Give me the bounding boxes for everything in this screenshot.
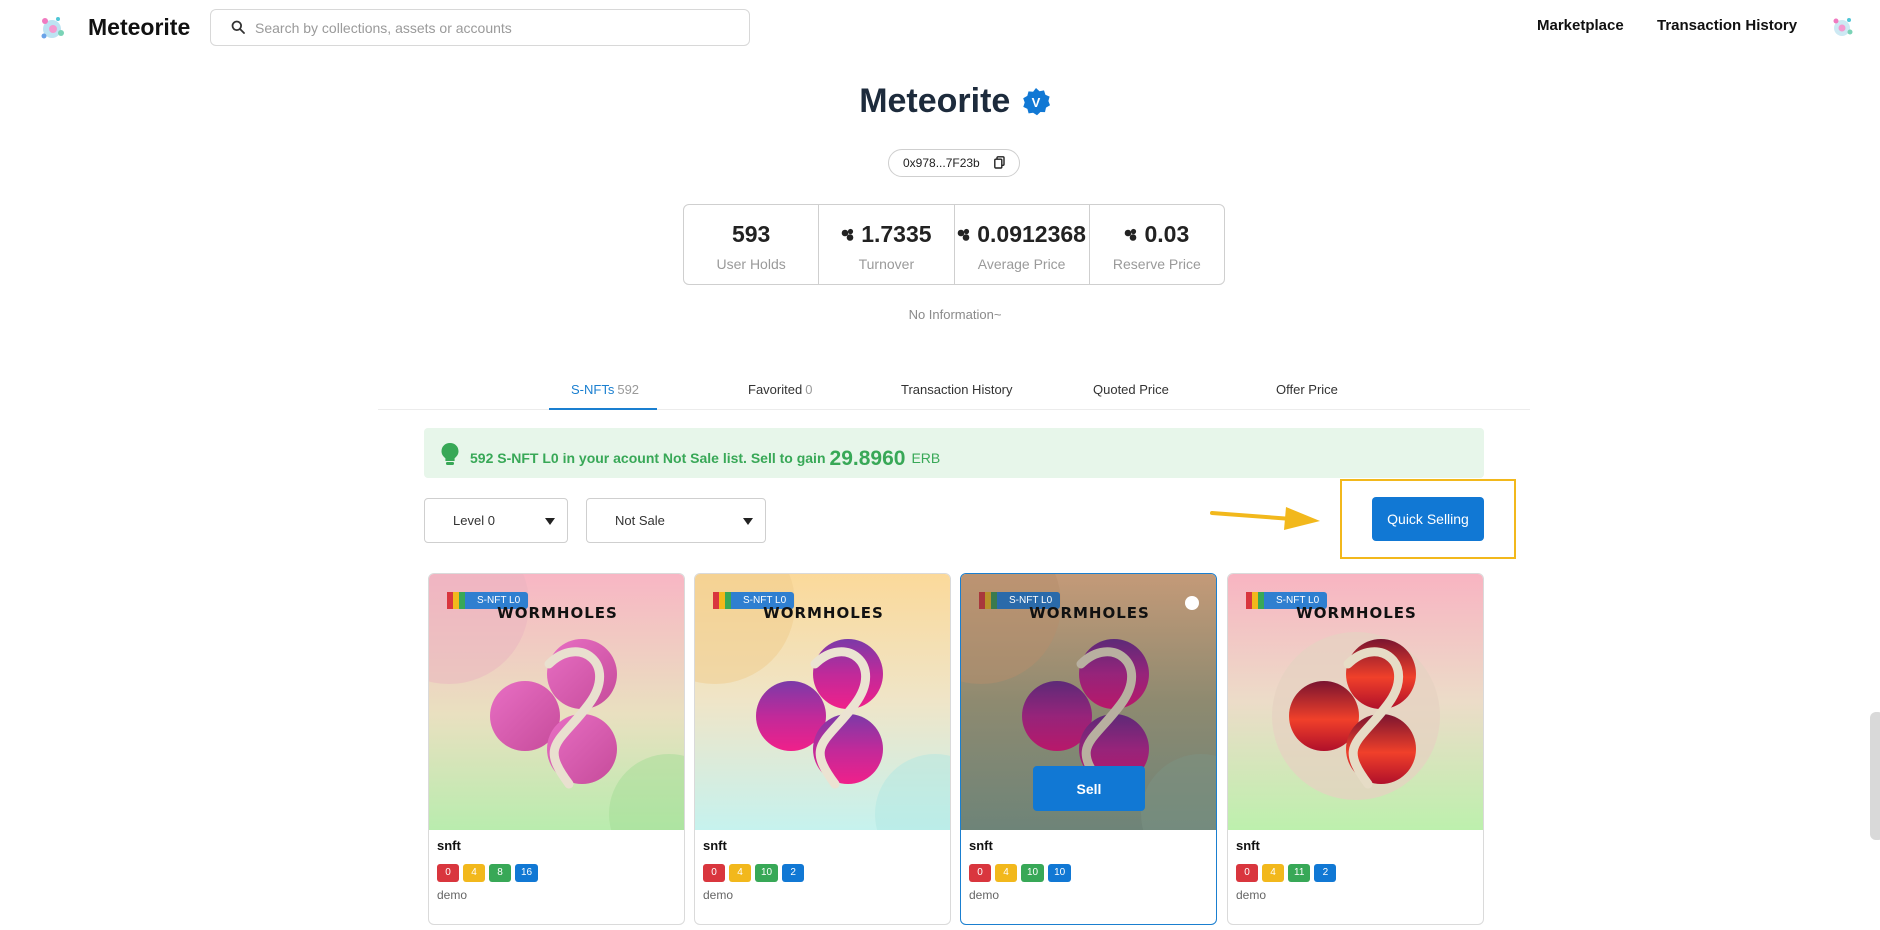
- collection-wordmark: WORMHOLES: [1296, 604, 1417, 622]
- nft-owner: demo: [437, 888, 468, 902]
- notice-gain-unit: ERB: [911, 450, 941, 466]
- nft-attribute-chips: 0 4 10 10: [969, 864, 1072, 882]
- stat-value: 0.03: [1144, 221, 1190, 247]
- attribute-chip: 0: [437, 864, 459, 882]
- attribute-chip: 4: [995, 864, 1017, 882]
- tab-label: S-NFTs: [571, 382, 615, 397]
- tab-label: Offer Price: [1276, 382, 1338, 397]
- attribute-chip: 10: [1048, 864, 1072, 882]
- attribute-chip: 10: [755, 864, 779, 882]
- stat-label: User Holds: [716, 256, 786, 272]
- stat-value: 0.0912368: [977, 221, 1086, 247]
- attribute-chip: 0: [969, 864, 991, 882]
- verified-badge-icon: V: [1022, 87, 1050, 115]
- stat-label: Reserve Price: [1112, 256, 1201, 272]
- erb-coin-icon: [841, 228, 854, 241]
- stat-label: Average Price: [977, 256, 1066, 272]
- nft-name: snft: [703, 838, 727, 853]
- attribute-chip: 0: [1236, 864, 1258, 882]
- verified-mark: V: [1031, 95, 1040, 110]
- nft-card[interactable]: S-NFT L0 WORMHOLES snft 0 4 11 2 demo: [1227, 573, 1484, 925]
- stat-value: 1.7335: [861, 221, 932, 247]
- tab-offer-price[interactable]: Offer Price: [1276, 382, 1338, 410]
- tab-label: Transaction History: [901, 382, 1013, 397]
- nft-card[interactable]: S-NFT L0 WORMHOLES Sell snft 0 4 10 10 d…: [960, 573, 1217, 925]
- tab-label: Favorited: [748, 382, 803, 397]
- attribute-chip: 10: [1021, 864, 1045, 882]
- nft-owner: demo: [703, 888, 734, 902]
- collection-wordmark: WORMHOLES: [763, 604, 884, 622]
- user-avatar-icon[interactable]: [1828, 13, 1856, 41]
- annotation-arrow-icon: [1210, 507, 1320, 530]
- meteorite-logo-icon[interactable]: [36, 12, 68, 44]
- nft-card[interactable]: S-NFT L0 WORMHOLES snft 0 4 10 2 demo: [694, 573, 951, 925]
- nft-name: snft: [1236, 838, 1260, 853]
- nft-attribute-chips: 0 4 10 2: [703, 864, 805, 882]
- collection-title-row: Meteorite V: [0, 82, 1880, 121]
- attribute-chip: 4: [729, 864, 751, 882]
- sell-button[interactable]: Sell: [1033, 766, 1145, 811]
- attribute-chip: 16: [515, 864, 539, 882]
- nft-card[interactable]: S-NFT L0 WORMHOLES snft 0 4 8 16 demo: [428, 573, 685, 925]
- stat-average-price: 0.0912368 Average Price: [955, 205, 1090, 284]
- stat-reserve-price: 0.03 Reserve Price: [1090, 205, 1224, 284]
- nft-attribute-chips: 0 4 8 16: [437, 864, 539, 882]
- brand-name[interactable]: Meteorite: [88, 14, 190, 41]
- attribute-chip: 4: [463, 864, 485, 882]
- tab-transaction-history[interactable]: Transaction History: [901, 382, 1013, 410]
- sell-notice-banner: 592 S-NFT L0 in your acount Not Sale lis…: [424, 428, 1484, 478]
- tab-count: 592: [617, 382, 640, 397]
- tab-quoted-price[interactable]: Quoted Price: [1093, 382, 1169, 410]
- stat-label: Turnover: [858, 256, 915, 272]
- collection-wordmark: WORMHOLES: [1029, 604, 1150, 622]
- sale-status-filter-value: Not Sale: [615, 513, 665, 528]
- tab-count: 0: [805, 382, 813, 397]
- tab-label: Quoted Price: [1093, 382, 1169, 397]
- nft-name: snft: [437, 838, 461, 853]
- nft-owner: demo: [1236, 888, 1267, 902]
- attribute-chip: 4: [1262, 864, 1284, 882]
- caret-down-icon: [743, 518, 753, 525]
- search-box[interactable]: [210, 9, 750, 46]
- collection-stats: 593 User Holds 1.7335 Turnover 0.0912368…: [683, 204, 1225, 285]
- wallet-address-pill: 0x978...7F23b: [888, 149, 1020, 177]
- nav-marketplace-link[interactable]: Marketplace: [1537, 17, 1624, 34]
- copy-icon[interactable]: [994, 156, 1005, 169]
- tab-s-nfts[interactable]: S-NFTs 592: [549, 382, 657, 410]
- stat-user-holds: 593 User Holds: [684, 205, 820, 284]
- collection-description: No Information~: [908, 307, 1002, 322]
- search-input[interactable]: [255, 16, 735, 40]
- lightbulb-icon: [441, 443, 459, 465]
- level-filter-select[interactable]: Level 0: [424, 498, 568, 543]
- attribute-chip: 8: [489, 864, 511, 882]
- caret-down-icon: [545, 518, 555, 525]
- erb-coin-icon: [1125, 228, 1137, 241]
- collection-tabs: S-NFTs 592 Favorited 0 Transaction History…: [378, 372, 1530, 410]
- stat-value: 593: [731, 221, 771, 247]
- quick-selling-button[interactable]: Quick Selling: [1372, 497, 1484, 541]
- attribute-chip: 2: [782, 864, 805, 882]
- collection-wordmark: WORMHOLES: [497, 604, 618, 622]
- sell-notice-text: 592 S-NFT L0 in your acount Not Sale lis…: [470, 445, 941, 470]
- top-navigation-bar: Meteorite Marketplace Transaction Histor…: [0, 0, 1880, 54]
- nft-owner: demo: [969, 888, 1000, 902]
- nft-name: snft: [969, 838, 993, 853]
- notice-gain-amount: 29.8960: [829, 447, 906, 470]
- stat-turnover: 1.7335 Turnover: [819, 205, 955, 284]
- attribute-chip: 2: [1314, 864, 1337, 882]
- erb-coin-icon: [957, 228, 970, 241]
- search-icon: [231, 20, 245, 34]
- attribute-chip: 0: [703, 864, 725, 882]
- notice-message: 592 S-NFT L0 in your acount Not Sale lis…: [470, 450, 826, 466]
- attribute-chip: 11: [1288, 864, 1311, 882]
- side-drawer-handle[interactable]: [1870, 712, 1880, 840]
- nav-transaction-history-link[interactable]: Transaction History: [1657, 17, 1797, 34]
- nft-attribute-chips: 0 4 11 2: [1236, 864, 1337, 882]
- select-radio[interactable]: [1185, 596, 1199, 610]
- sale-status-filter-select[interactable]: Not Sale: [586, 498, 766, 543]
- level-filter-value: Level 0: [453, 513, 495, 528]
- collection-title: Meteorite: [859, 82, 1011, 120]
- tab-favorited[interactable]: Favorited 0: [748, 382, 812, 410]
- wallet-address-text: 0x978...7F23b: [903, 156, 980, 170]
